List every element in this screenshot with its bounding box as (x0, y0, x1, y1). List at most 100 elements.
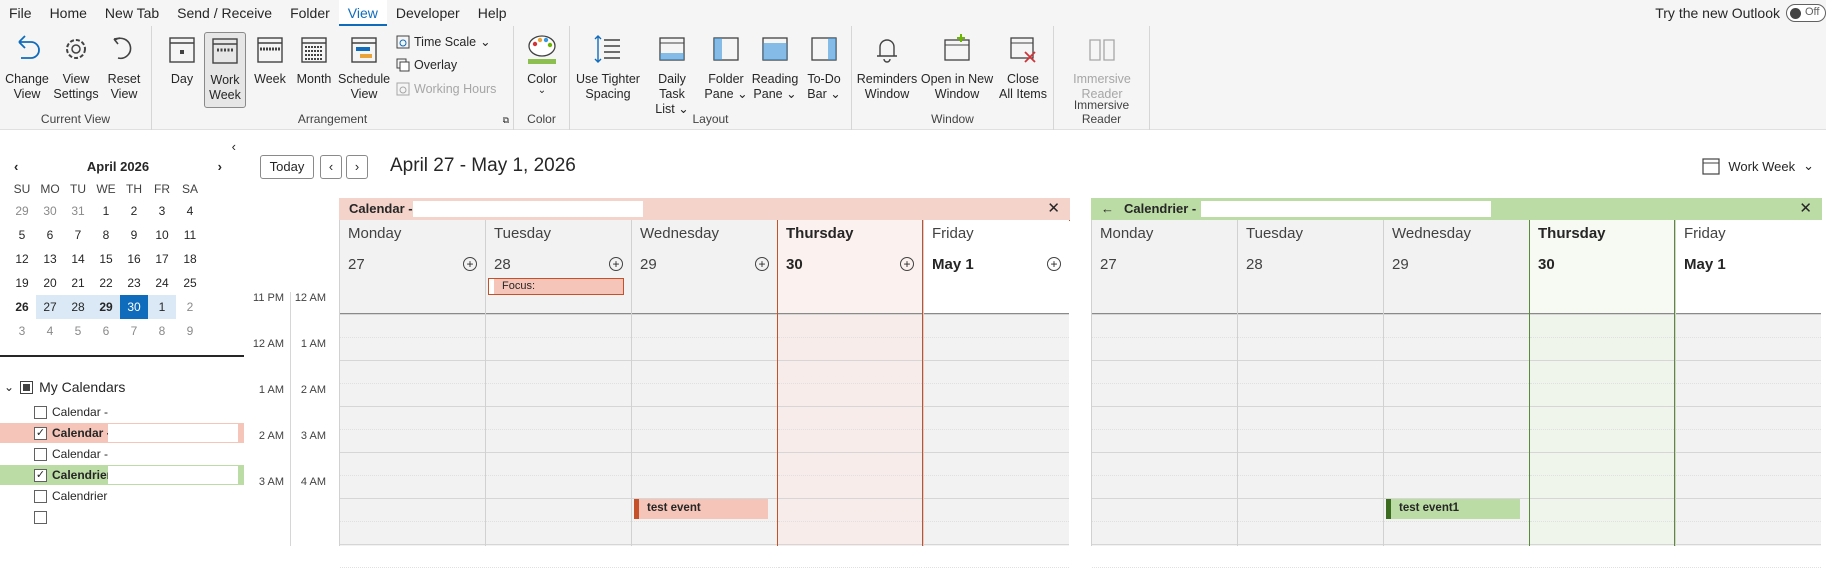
add-event-icon[interactable]: + (609, 257, 623, 271)
time-slots[interactable] (778, 314, 922, 568)
mini-calendar-date[interactable]: 19 (8, 271, 36, 295)
close-icon[interactable]: ✕ (1799, 198, 1812, 220)
group-checkbox[interactable] (20, 380, 34, 394)
mini-calendar-date[interactable]: 4 (36, 319, 64, 343)
week-view-button[interactable]: Week (250, 32, 290, 87)
mini-calendar-date[interactable]: 1 (92, 199, 120, 223)
mini-calendar-date[interactable]: 13 (36, 247, 64, 271)
working-hours-button[interactable]: Working Hours (396, 82, 496, 96)
time-slots[interactable] (486, 314, 631, 568)
mini-calendar-date[interactable]: 8 (92, 223, 120, 247)
calendar-checkbox[interactable]: ✓ (34, 426, 47, 440)
calendar-event[interactable]: test event1 (1386, 499, 1520, 519)
overlay-button[interactable]: Overlay (396, 58, 457, 72)
mini-calendar-date[interactable]: 12 (8, 247, 36, 271)
change-view-button[interactable]: Change View (4, 32, 50, 102)
day-view-button[interactable]: Day (162, 32, 202, 87)
all-day-event[interactable]: Focus: (488, 278, 624, 295)
mini-calendar-date[interactable]: 11 (176, 223, 204, 247)
mini-calendar-date[interactable]: 25 (176, 271, 204, 295)
mini-calendar-date[interactable]: 3 (8, 319, 36, 343)
mini-calendar-date[interactable]: 30 (120, 295, 148, 319)
calendar-list-item[interactable]: Calendrier (0, 485, 244, 507)
day-column[interactable]: Friday May 1 + (923, 220, 1069, 568)
mini-calendar-date[interactable]: 7 (64, 223, 92, 247)
calendar-event[interactable]: test event (634, 499, 768, 519)
tighter-spacing-button[interactable]: Use Tighter Spacing (576, 32, 640, 102)
collapse-pane-icon[interactable]: ‹ (232, 139, 236, 154)
mini-calendar-date[interactable]: 9 (120, 223, 148, 247)
month-view-button[interactable]: Month (292, 32, 336, 87)
calendar-list-item[interactable]: Calendar - (0, 443, 244, 465)
day-column[interactable]: Tuesday 28 + Focus: (485, 220, 631, 568)
mini-calendar-date[interactable]: 23 (120, 271, 148, 295)
menu-view[interactable]: View (338, 0, 387, 26)
mini-calendar-date[interactable]: 26 (8, 295, 36, 319)
time-slots[interactable] (924, 314, 1069, 568)
close-icon[interactable]: ✕ (1047, 198, 1060, 220)
day-column[interactable]: Wednesday 29 test event1 (1383, 220, 1529, 568)
mini-calendar-date[interactable]: 28 (64, 295, 92, 319)
mini-calendar-date[interactable]: 7 (120, 319, 148, 343)
mini-calendar-date[interactable]: 20 (36, 271, 64, 295)
mini-calendar-date[interactable]: 2 (120, 199, 148, 223)
time-scale-dropdown[interactable]: Time Scale ⌄ (396, 34, 491, 49)
daily-task-list-button[interactable]: Daily Task List ⌄ (644, 32, 700, 117)
mini-calendar-date[interactable]: 9 (176, 319, 204, 343)
work-week-view-button[interactable]: Work Week (204, 32, 246, 108)
add-event-icon[interactable]: + (755, 257, 769, 271)
calendar-checkbox[interactable] (34, 510, 47, 524)
day-column[interactable]: Thursday 30 + (777, 220, 923, 568)
day-column[interactable]: Friday May 1 (1675, 220, 1821, 568)
mini-calendar-date[interactable]: 8 (148, 319, 176, 343)
menu-help[interactable]: Help (469, 0, 516, 26)
calendar-list-item[interactable]: ✓ Calendar - (0, 422, 244, 444)
dialog-launcher-icon[interactable]: ⧉ (503, 115, 509, 126)
add-event-icon[interactable]: + (1047, 257, 1061, 271)
immersive-reader-button[interactable]: Immersive Reader (1068, 32, 1136, 102)
mini-calendar-date[interactable]: 15 (92, 247, 120, 271)
reminders-window-button[interactable]: Reminders Window (854, 32, 920, 102)
mini-calendar-date[interactable]: 29 (92, 295, 120, 319)
prev-month-icon[interactable]: ‹ (14, 159, 18, 174)
day-column[interactable]: Monday 27 + (339, 220, 485, 568)
color-button[interactable]: Color ⌄ (520, 32, 564, 96)
time-slots[interactable] (1530, 314, 1674, 568)
mini-calendar-date[interactable]: 27 (36, 295, 64, 319)
prev-week-button[interactable]: ‹ (320, 155, 342, 179)
mini-calendar-date[interactable]: 6 (92, 319, 120, 343)
calendar-checkbox[interactable] (34, 447, 47, 461)
mini-calendar-date[interactable]: 5 (64, 319, 92, 343)
menu-developer[interactable]: Developer (387, 0, 469, 26)
day-column[interactable]: Thursday 30 (1529, 220, 1675, 568)
next-month-icon[interactable]: › (218, 159, 222, 174)
mini-calendar-date[interactable]: 22 (92, 271, 120, 295)
mini-calendar-date[interactable]: 10 (148, 223, 176, 247)
mini-calendar-date[interactable]: 24 (148, 271, 176, 295)
view-settings-button[interactable]: View Settings (52, 32, 100, 102)
arrow-left-icon[interactable]: ← (1101, 201, 1114, 216)
mini-calendar-date[interactable]: 18 (176, 247, 204, 271)
mini-calendar-date[interactable]: 30 (36, 199, 64, 223)
add-event-icon[interactable]: + (463, 257, 477, 271)
mini-calendar-date[interactable]: 17 (148, 247, 176, 271)
menu-folder[interactable]: Folder (281, 0, 339, 26)
calendar-list-item[interactable]: Calendar - (0, 401, 244, 423)
open-new-window-button[interactable]: Open in New Window (920, 32, 994, 102)
time-slots[interactable] (1092, 314, 1237, 568)
reading-pane-button[interactable]: Reading Pane ⌄ (750, 32, 800, 102)
calendar-checkbox[interactable] (34, 489, 47, 503)
calendar-checkbox[interactable]: ✓ (34, 468, 47, 482)
mini-calendar-date[interactable]: 4 (176, 199, 204, 223)
mini-calendar-date[interactable]: 14 (64, 247, 92, 271)
today-button[interactable]: Today (260, 155, 314, 179)
mini-calendar-date[interactable]: 16 (120, 247, 148, 271)
mini-calendar-date[interactable]: 29 (8, 199, 36, 223)
add-event-icon[interactable]: + (900, 257, 914, 271)
todo-bar-button[interactable]: To-Do Bar ⌄ (802, 32, 846, 102)
close-all-items-button[interactable]: Close All Items (996, 32, 1050, 102)
mini-calendar-date[interactable]: 3 (148, 199, 176, 223)
time-slots[interactable] (340, 314, 485, 568)
menu-file[interactable]: File (0, 0, 41, 26)
next-week-button[interactable]: › (346, 155, 368, 179)
